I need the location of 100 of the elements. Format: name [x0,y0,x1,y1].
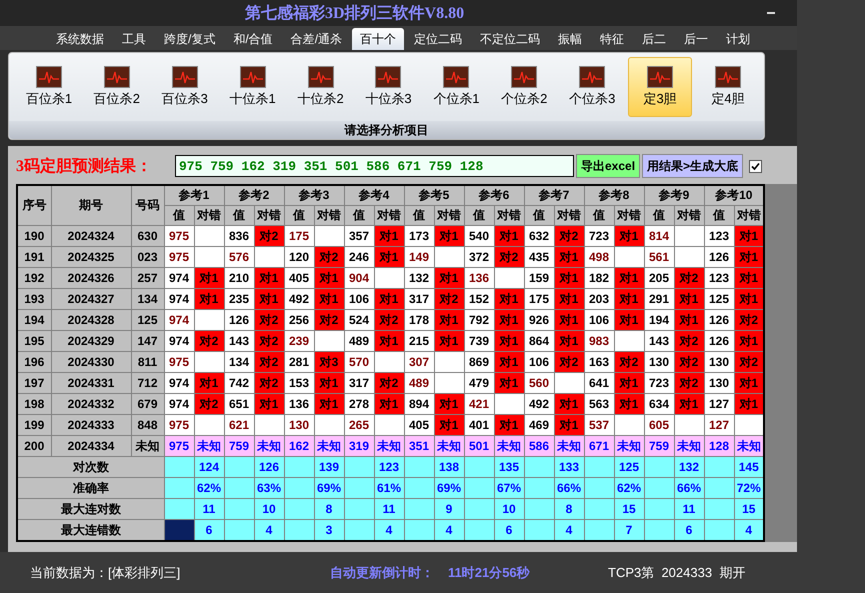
table-cell: 570 [344,352,374,372]
table-cell [284,456,314,478]
hit-cell: 对2 [314,246,344,268]
table-cell: 723 [644,372,674,394]
table-cell: 4 [554,520,584,541]
hit-cell: 对2 [254,330,284,352]
menu-tab[interactable]: 百十个 [352,28,404,50]
hit-cell: 对1 [494,226,524,246]
row-header: 最大连错数 [17,520,164,541]
hit-cell: 对2 [734,352,764,372]
menu-tab[interactable]: 后二 [634,28,674,50]
table-cell: 632 [524,226,554,246]
hit-cell: 对1 [434,330,464,352]
table-cell: 195 [17,330,51,352]
table-cell: 62% [614,478,644,498]
table-cell: 130 [644,352,674,372]
menu-tab[interactable]: 合差/通杀 [282,28,350,50]
menu-tab[interactable]: 特征 [592,28,632,50]
table-cell: 317 [344,372,374,394]
table-cell [644,478,674,498]
menu-tab[interactable]: 定位二码 [406,28,470,50]
menu-tab[interactable]: 跨度/复式 [156,28,224,50]
table-cell: 205 [644,268,674,288]
menu-tab[interactable]: 系统数据 [48,28,112,50]
hit-cell: 对1 [374,394,404,414]
table-cell: 173 [404,226,434,246]
heart-monitor-icon [647,66,674,88]
menu-tab[interactable]: 计划 [718,28,758,50]
table-cell: 278 [344,394,374,414]
table-cell: 975 [164,436,194,456]
status-text: TCP3第 2024333 期开 [608,564,746,582]
hit-cell: 对1 [314,288,344,310]
table-cell: 641 [584,372,614,394]
ribbon-button[interactable]: 百位杀2 [84,57,149,117]
hit-cell: 对1 [614,372,644,394]
table-cell: 127 [704,414,734,436]
hit-cell: 对2 [434,288,464,310]
ribbon-button[interactable]: 定3胆 [628,57,692,117]
table-cell: 136 [284,394,314,414]
row-header: 准确率 [17,478,164,498]
table-cell: 401 [464,414,494,436]
column-header: 对错 [314,206,344,226]
menu-tab[interactable]: 不定位二码 [472,28,548,50]
table-cell: 679 [131,394,164,414]
heart-monitor-icon [104,66,130,88]
column-header: 序号 [17,185,51,226]
table-cell: 136 [464,268,494,288]
table-cell: 975 [164,352,194,372]
hit-cell: 对1 [554,414,584,436]
table-cell: 974 [164,288,194,310]
hit-cell: 对1 [734,226,764,246]
table-cell: 023 [131,246,164,268]
menu-tab[interactable]: 工具 [114,28,154,50]
table-cell: 2024331 [51,372,131,394]
ribbon-button[interactable]: 个位杀2 [492,57,556,117]
ribbon-button[interactable]: 定4胆 [696,57,760,117]
column-header: 参考8 [584,185,644,206]
hit-cell: 对1 [674,310,704,330]
ribbon-button[interactable]: 个位杀3 [560,57,624,117]
column-header: 对错 [674,206,704,226]
column-header: 号码 [131,185,164,226]
ribbon-button[interactable]: 百位杀3 [152,57,217,117]
hit-cell: 对3 [314,352,344,372]
hit-cell: 对1 [734,268,764,288]
table-cell: 106 [584,310,614,330]
table-cell: 2024333 [51,414,131,436]
table-cell: 6 [494,520,524,541]
table-cell: 8 [554,498,584,520]
result-field[interactable]: 975 759 162 319 351 501 586 671 759 128 [175,155,574,177]
table-cell: 126 [224,310,254,330]
ribbon-button[interactable]: 十位杀1 [220,57,285,117]
table-cell [344,456,374,478]
table-cell: 123 [374,456,404,478]
menu-tab[interactable]: 和/合值 [225,28,281,50]
table-cell: 3 [314,520,344,541]
ribbon-button[interactable]: 个位杀1 [424,57,488,117]
export-button[interactable]: 导出excel [576,154,640,178]
hit-cell: 对1 [494,372,524,394]
table-cell: 197 [17,372,51,394]
menu-tab[interactable]: 振幅 [550,28,590,50]
table-cell: 126 [704,246,734,268]
table-cell: 9 [434,498,464,520]
table-cell: 128 [704,436,734,456]
generate-button[interactable]: 用结果>生成大底 [642,154,744,178]
table-cell [464,456,494,478]
column-header: 值 [224,206,254,226]
table-cell: 281 [284,352,314,372]
menu-tab[interactable]: 后一 [676,28,716,50]
ribbon-button[interactable]: 百位杀1 [17,57,81,117]
ribbon-button[interactable]: 十位杀3 [356,57,420,117]
table-cell: 479 [464,372,494,394]
column-header: 期号 [51,185,131,226]
table-cell [404,520,434,541]
hit-cell: 对1 [734,372,764,394]
hit-cell: 对2 [314,310,344,330]
ribbon-button[interactable]: 十位杀2 [288,57,353,117]
column-header: 参考3 [284,185,344,206]
status-text: 自动更新倒计时： [330,564,434,582]
checkbox[interactable] [749,160,762,172]
table-cell: 307 [404,352,434,372]
